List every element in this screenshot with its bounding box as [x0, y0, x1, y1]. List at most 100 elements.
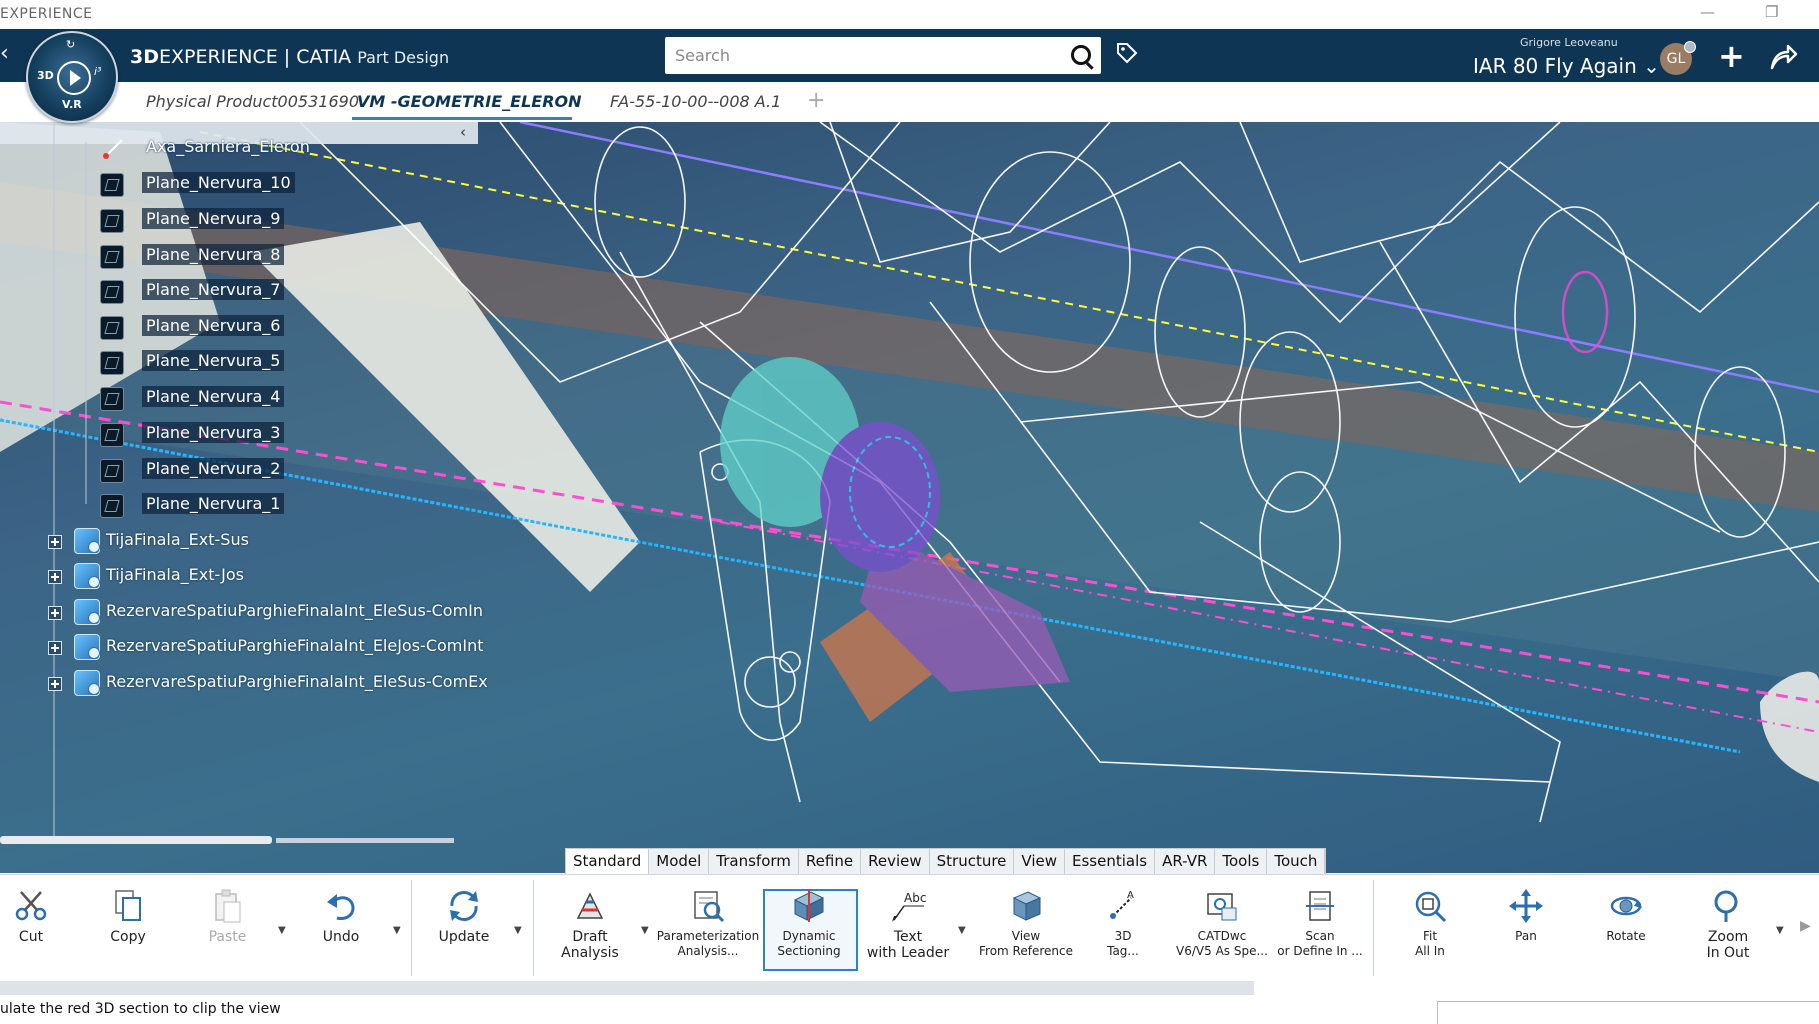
compass-widget[interactable]: ↻ 3D i³ V.R — [26, 31, 118, 123]
parameterization-icon — [694, 891, 725, 923]
zoom-dropdown-icon[interactable]: ▼ — [1776, 925, 1784, 936]
tag-icon[interactable] — [1116, 42, 1138, 64]
tree-item-label: Plane_Nervura_8 — [142, 244, 285, 265]
catdwc-button[interactable]: CATDwc V6/V5 As Spe... — [1168, 888, 1276, 959]
status-message: ulate the red 3D section to clip the vie… — [0, 1001, 281, 1017]
tab-review[interactable]: Review — [861, 849, 930, 874]
share-icon[interactable] — [1768, 42, 1798, 72]
tab-standard[interactable]: Standard — [566, 849, 650, 874]
window-title: EXPERIENCE — [0, 6, 93, 22]
text-with-leader-button[interactable]: Abc Text with Leader — [860, 888, 956, 961]
tab-structure[interactable]: Structure — [930, 849, 1015, 874]
avatar[interactable]: GL — [1660, 41, 1696, 75]
scan-label-1: Scan — [1305, 929, 1335, 943]
scan-or-define-button[interactable]: Scan or Define In ... — [1276, 888, 1364, 959]
3d-tag-label-1: 3D — [1114, 929, 1132, 943]
zoom-in-out-button[interactable]: Zoom In Out — [1696, 888, 1760, 961]
plane-icon — [100, 423, 124, 447]
expand-icon[interactable] — [48, 570, 62, 584]
draft-dropdown-icon[interactable]: ▼ — [641, 925, 649, 936]
3d-tag-icon: A — [1110, 890, 1134, 919]
undo-dropdown-icon[interactable]: ▼ — [393, 925, 401, 936]
paste-icon — [214, 889, 240, 923]
paste-button[interactable]: Paste — [200, 888, 255, 945]
text-with-leader-label-1: Text — [893, 929, 923, 945]
dynamic-sectioning-button[interactable]: Dynamic Sectioning — [766, 888, 852, 959]
tab-ar-vr[interactable]: AR-VR — [1155, 849, 1216, 874]
plane-icon — [100, 209, 124, 233]
fit-all-in-button[interactable]: Fit All In — [1402, 888, 1458, 959]
search-icon[interactable] — [1071, 45, 1091, 65]
rotate-button[interactable]: Rotate — [1596, 888, 1656, 944]
restore-button[interactable]: ❐ — [1765, 3, 1778, 21]
undo-label: Undo — [322, 929, 360, 945]
expand-icon[interactable] — [48, 606, 62, 620]
expand-icon[interactable] — [48, 641, 62, 655]
power-input-field[interactable] — [1437, 1001, 1819, 1024]
plane-icon — [100, 494, 124, 518]
tab-fa-55[interactable]: FA-55-10-00--008 A.1 — [610, 92, 781, 111]
tab-touch[interactable]: Touch — [1267, 849, 1326, 874]
parameterization-analysis-button[interactable]: Parameterization Analysis... — [652, 888, 764, 959]
tab-view[interactable]: View — [1014, 849, 1066, 874]
axis-icon — [103, 139, 123, 159]
pan-button[interactable]: Pan — [1498, 888, 1554, 944]
tab-essentials[interactable]: Essentials — [1065, 849, 1156, 874]
3d-viewport[interactable]: ‹ Axa_Sarniera_Eleron Plane_Nervura_10 P… — [0, 122, 1819, 873]
brand-3d: 3D — [130, 46, 159, 68]
tree-item-label: TijaFinala_Ext-Jos — [106, 565, 245, 584]
view-from-reference-label-1: View — [1011, 929, 1041, 943]
update-dropdown-icon[interactable]: ▼ — [514, 925, 522, 936]
tree-item-label: Plane_Nervura_1 — [142, 493, 285, 514]
window-titlebar: EXPERIENCE — ❐ — [0, 0, 1819, 29]
active-tab-indicator — [352, 117, 572, 120]
catdwc-icon — [1207, 893, 1237, 921]
tab-physical-product[interactable]: Physical Product00531690 — [146, 92, 359, 111]
action-bar-tabs: Standard Model Transform Refine Review Struct… — [565, 848, 1327, 876]
compass-top-glyph: ↻ — [66, 38, 76, 51]
draft-analysis-button[interactable]: Draft Analysis — [555, 888, 625, 961]
actionbar-scrollbar[interactable] — [0, 981, 1254, 995]
3d-tag-button[interactable]: A 3D Tag... — [1093, 888, 1153, 959]
tree-scrollbar-thumb[interactable] — [0, 836, 272, 844]
update-button[interactable]: Update — [434, 888, 494, 945]
app-title: 3DEXPERIENCE | CATIA Part Design — [130, 46, 449, 68]
text-with-leader-label-2: with Leader — [866, 945, 950, 961]
tab-tools[interactable]: Tools — [1215, 849, 1268, 874]
tab-model[interactable]: Model — [649, 849, 710, 874]
rotate-label: Rotate — [1606, 929, 1646, 943]
copy-button[interactable]: Copy — [103, 888, 153, 945]
plus-icon[interactable]: + — [1718, 37, 1745, 75]
collab-space-selector[interactable]: IAR 80 Fly Again ⌄ — [1473, 54, 1660, 78]
tree-item-label: Plane_Nervura_2 — [142, 458, 285, 479]
expand-icon[interactable] — [48, 535, 62, 549]
tree-item-label: Plane_Nervura_5 — [142, 350, 285, 371]
back-arrow-icon[interactable]: ‹ — [0, 41, 9, 66]
zoom-icon — [1714, 890, 1738, 922]
paste-dropdown-icon[interactable]: ▼ — [278, 925, 286, 936]
expand-icon[interactable] — [48, 677, 62, 691]
view-from-reference-button[interactable]: View From Reference — [974, 888, 1078, 959]
pan-label: Pan — [1515, 929, 1537, 943]
collab-space-label: IAR 80 Fly Again — [1473, 54, 1637, 78]
tab-refine[interactable]: Refine — [799, 849, 862, 874]
minimize-button[interactable]: — — [1700, 3, 1715, 21]
undo-button[interactable]: Undo — [316, 888, 366, 945]
play-icon[interactable] — [57, 61, 91, 95]
tab-transform[interactable]: Transform — [709, 849, 799, 874]
cut-button[interactable]: Cut — [6, 888, 56, 945]
tree-item-label: Plane_Nervura_4 — [142, 386, 285, 407]
part-icon — [74, 563, 100, 589]
zoom-label-2: In Out — [1706, 945, 1750, 961]
search-placeholder[interactable]: Search — [675, 46, 730, 65]
text-dropdown-icon[interactable]: ▼ — [958, 925, 966, 936]
actionbar-scroll-right-icon[interactable]: ▶ — [1800, 918, 1811, 934]
tree-scrollbar-track[interactable] — [276, 838, 454, 843]
search-box[interactable]: Search — [665, 37, 1101, 74]
part-icon — [74, 670, 100, 696]
add-tab-icon[interactable]: + — [807, 88, 825, 113]
dynamic-sectioning-label-2: Sectioning — [777, 944, 841, 958]
brand-experience: EXPERIENCE — [159, 46, 278, 68]
compass-3d-label: 3D — [37, 69, 54, 82]
tab-geometrie-eleron[interactable]: VM -GEOMETRIE_ELERON — [357, 92, 582, 111]
